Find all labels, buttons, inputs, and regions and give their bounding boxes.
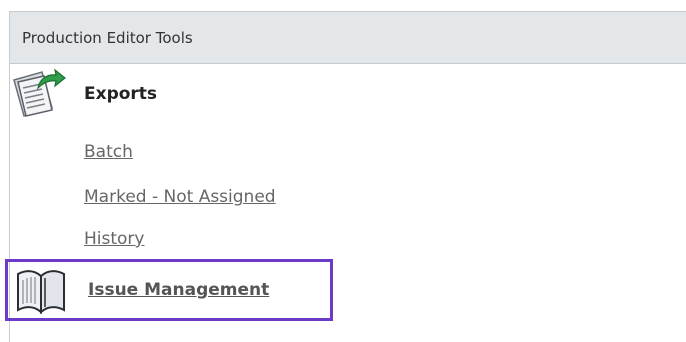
exports-title: Exports	[84, 84, 158, 104]
issue-management-row[interactable]: Issue Management	[12, 262, 269, 318]
open-book-icon	[12, 262, 70, 318]
export-document-icon	[8, 66, 66, 122]
issue-management-link[interactable]: Issue Management	[88, 280, 269, 300]
history-link[interactable]: History	[84, 229, 144, 249]
marked-not-assigned-link[interactable]: Marked - Not Assigned	[84, 187, 276, 207]
batch-link[interactable]: Batch	[84, 142, 133, 162]
panel-header: Production Editor Tools	[10, 12, 686, 64]
panel-title: Production Editor Tools	[22, 28, 193, 47]
exports-section-header: Exports	[8, 66, 157, 122]
